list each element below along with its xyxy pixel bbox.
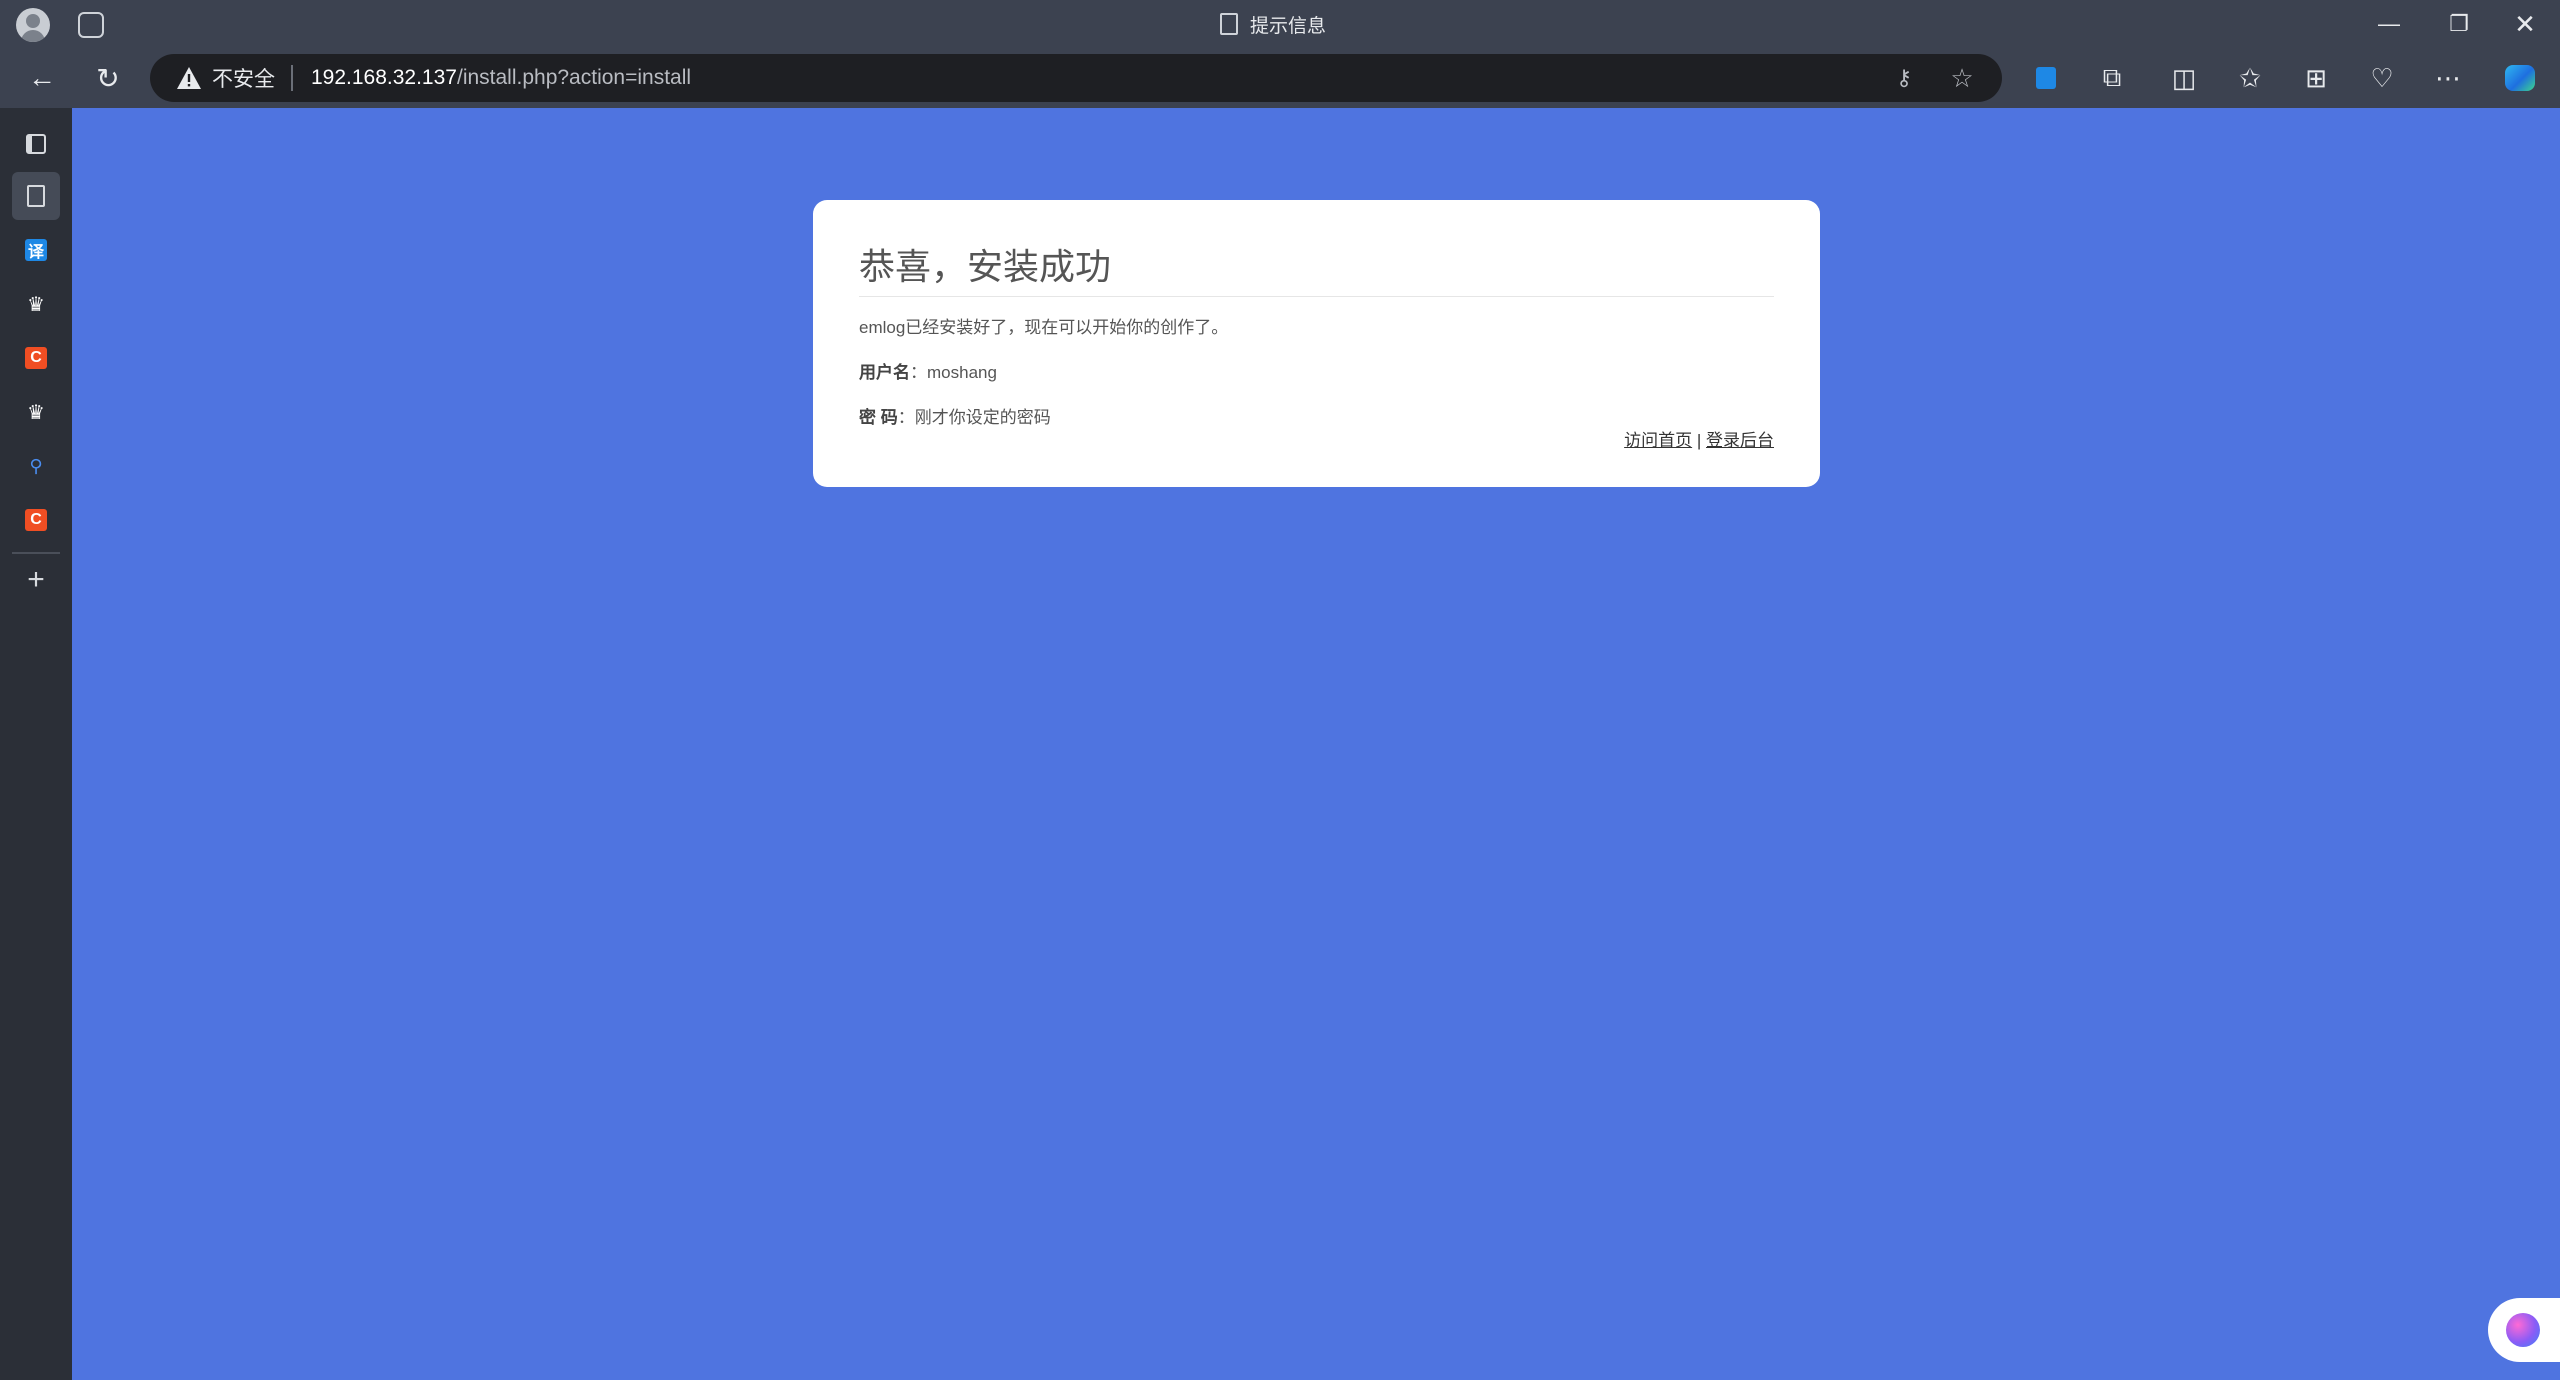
install-success-card: 恭喜，安装成功 emlog已经安装好了，现在可以开始你的创作了。 用户名：mos… xyxy=(813,200,1820,487)
page-icon[interactable] xyxy=(12,172,60,220)
c-app-icon[interactable]: C xyxy=(12,496,60,544)
close-window-button[interactable]: ✕ xyxy=(2490,0,2560,48)
browser-sidebar: 译 ♛ C ♛ ⚲ C + xyxy=(0,108,72,1380)
star-favorite-icon[interactable]: ☆ xyxy=(1946,62,1978,94)
window-title-area: 提示信息 xyxy=(1220,10,1326,38)
profile-avatar-icon[interactable] xyxy=(16,8,50,42)
page-content: 恭喜，安装成功 emlog已经安装好了，现在可以开始你的创作了。 用户名：mos… xyxy=(72,108,2560,1380)
translate-icon[interactable]: 译 xyxy=(12,226,60,274)
crown-icon[interactable]: ♛ xyxy=(12,388,60,436)
minimize-button[interactable]: — xyxy=(2354,0,2424,48)
brain-icon xyxy=(2506,1313,2540,1347)
split-screen-icon[interactable]: ◫ xyxy=(2162,56,2206,100)
username-colon: ： xyxy=(910,363,927,382)
security-status-label[interactable]: 不安全 xyxy=(212,63,275,93)
tab-actions-icon[interactable] xyxy=(12,120,60,168)
warning-icon[interactable] xyxy=(176,66,202,90)
extensions-icon[interactable]: ⧉ xyxy=(2090,56,2134,100)
password-colon: ： xyxy=(897,408,915,427)
page-icon xyxy=(1220,13,1238,35)
username-value: moshang xyxy=(927,363,997,382)
admin-login-link[interactable]: 登录后台 xyxy=(1706,431,1774,450)
password-row: 密 码：刚才你设定的密码 xyxy=(859,403,1774,428)
crown-icon[interactable]: ♛ xyxy=(12,280,60,328)
copilot-icon[interactable] xyxy=(2498,56,2542,100)
card-links: 访问首页 | 登录后台 xyxy=(1624,426,1774,451)
address-divider xyxy=(291,65,293,91)
floating-assistant-button[interactable] xyxy=(2488,1298,2560,1362)
refresh-icon[interactable]: ↻ xyxy=(86,56,130,100)
password-value: 刚才你设定的密码 xyxy=(914,408,1051,427)
more-options-icon[interactable]: ⋯ xyxy=(2426,56,2470,100)
intro-text: emlog已经安装好了，现在可以开始你的创作了。 xyxy=(859,318,1229,337)
add-icon[interactable]: + xyxy=(12,556,60,604)
workspaces-icon[interactable] xyxy=(78,12,104,38)
search-icon[interactable]: ⚲ xyxy=(12,442,60,490)
reader-extension-icon[interactable] xyxy=(2024,56,2068,100)
sidebar-divider xyxy=(12,552,60,554)
password-label: 密 码 xyxy=(859,408,898,427)
restore-button[interactable]: ❐ xyxy=(2424,0,2494,48)
window-title: 提示信息 xyxy=(1250,15,1327,37)
visit-home-link[interactable]: 访问首页 xyxy=(1624,431,1692,450)
title-bar: 提示信息 — ❐ ✕ xyxy=(0,0,2560,48)
c-app-icon[interactable]: C xyxy=(12,334,60,382)
browser-essentials-icon[interactable]: ♡ xyxy=(2360,56,2404,100)
collections-icon[interactable]: ⊞ xyxy=(2294,56,2338,100)
address-bar[interactable]: 不安全 192.168.32.137/install.php?action=in… xyxy=(150,54,2002,102)
username-row: 用户名：moshang xyxy=(859,358,1774,383)
key-icon[interactable]: ⚷ xyxy=(1888,62,1920,94)
favorites-icon[interactable]: ✩ xyxy=(2228,56,2272,100)
username-label: 用户名 xyxy=(859,363,910,382)
url-text[interactable]: 192.168.32.137/install.php?action=instal… xyxy=(311,66,691,90)
browser-toolbar: ← ↻ 不安全 192.168.32.137/install.php?actio… xyxy=(0,48,2560,108)
url-host: 192.168.32.137 xyxy=(311,66,457,89)
url-path: /install.php?action=install xyxy=(456,66,692,89)
back-arrow-icon[interactable]: ← xyxy=(20,56,64,100)
page-title: 恭喜，安装成功 xyxy=(859,238,1774,297)
link-separator: | xyxy=(1692,431,1706,450)
